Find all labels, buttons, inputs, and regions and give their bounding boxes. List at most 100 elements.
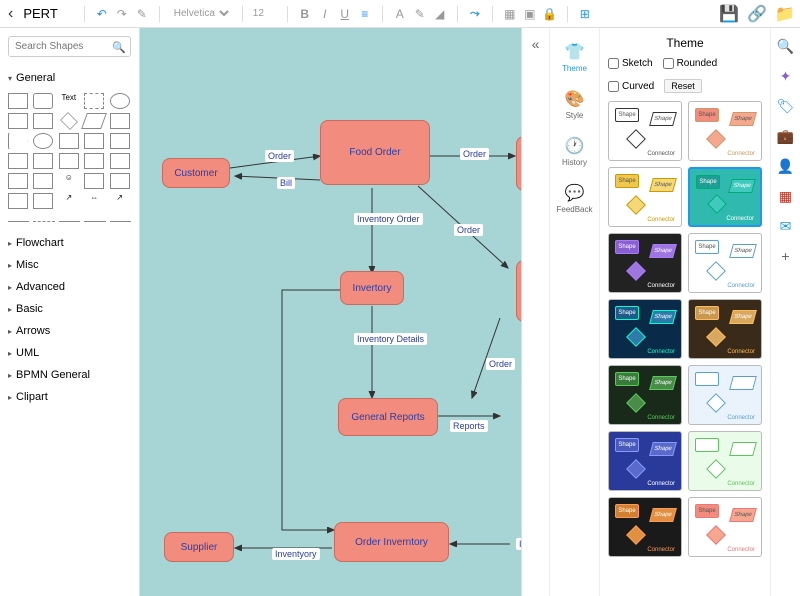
node-supplier[interactable]: Supplier: [164, 532, 234, 562]
sketch-checkbox[interactable]: Sketch: [608, 58, 653, 69]
highlight-icon[interactable]: ✎: [413, 7, 427, 21]
back-icon[interactable]: ‹: [8, 5, 13, 23]
shape-box[interactable]: [84, 93, 104, 109]
shape-actor[interactable]: ☺: [59, 173, 79, 189]
shape-arrow[interactable]: ↗: [59, 193, 79, 209]
shape-text[interactable]: Text: [59, 93, 79, 109]
rounded-checkbox[interactable]: Rounded: [663, 58, 718, 69]
shape-line[interactable]: [84, 221, 105, 222]
underline-icon[interactable]: U: [338, 7, 352, 21]
shape[interactable]: [8, 193, 28, 209]
tab-feedback[interactable]: 💬 FeedBack: [550, 177, 599, 220]
group-icon[interactable]: ▣: [523, 7, 537, 21]
category-uml[interactable]: UML: [8, 342, 131, 364]
shape-rect[interactable]: [8, 93, 28, 109]
grid-icon[interactable]: ⊞: [578, 7, 592, 21]
theme-thumb[interactable]: ShapeShapeConnector: [608, 365, 682, 425]
shape[interactable]: [84, 173, 104, 189]
node-customer[interactable]: Customer: [162, 158, 230, 188]
theme-thumb[interactable]: ShapeShapeConnector: [608, 299, 682, 359]
category-bpmn[interactable]: BPMN General: [8, 364, 131, 386]
category-flowchart[interactable]: Flowchart: [8, 232, 131, 254]
theme-thumb[interactable]: ShapeShapeConnector: [688, 299, 762, 359]
node-inventory[interactable]: Invertory: [340, 271, 404, 305]
theme-thumb[interactable]: ShapeShapeConnector: [608, 167, 682, 227]
shape[interactable]: [8, 113, 28, 129]
shape[interactable]: ↗: [110, 193, 130, 209]
category-advanced[interactable]: Advanced: [8, 276, 131, 298]
shape[interactable]: [33, 133, 53, 149]
theme-thumb[interactable]: ShapeShapeConnector: [608, 101, 682, 161]
bold-icon[interactable]: B: [298, 7, 312, 21]
redo-icon[interactable]: ↷: [115, 7, 129, 21]
italic-icon[interactable]: I: [318, 7, 332, 21]
theme-thumb[interactable]: ShapeShapeConnector: [688, 431, 762, 491]
shape[interactable]: [8, 173, 28, 189]
node-partial1[interactable]: [516, 136, 522, 191]
person-icon[interactable]: 👤: [778, 158, 794, 174]
category-clipart[interactable]: Clipart: [8, 386, 131, 408]
theme-thumb[interactable]: ShapeShapeConnector: [688, 233, 762, 293]
search-icon[interactable]: 🔍: [112, 41, 126, 54]
shape[interactable]: ⇔: [84, 193, 104, 209]
shape[interactable]: [84, 133, 104, 149]
briefcase-icon[interactable]: 💼: [778, 128, 794, 144]
format-paint-icon[interactable]: ✎: [135, 7, 149, 21]
category-basic[interactable]: Basic: [8, 298, 131, 320]
shape-diamond[interactable]: [60, 112, 78, 130]
folder-icon[interactable]: 📁: [778, 7, 792, 21]
shape[interactable]: [110, 153, 130, 169]
shape[interactable]: [33, 173, 53, 189]
shape-line[interactable]: [33, 221, 54, 222]
shape[interactable]: [84, 153, 104, 169]
curved-checkbox[interactable]: Curved: [608, 81, 654, 92]
theme-thumb[interactable]: ShapeShapeConnector: [688, 365, 762, 425]
shape[interactable]: [81, 113, 107, 129]
category-general[interactable]: General: [8, 67, 131, 89]
canvas[interactable]: Customer Food Order Invertory General Re…: [140, 28, 522, 596]
tab-style[interactable]: 🎨 Style: [550, 83, 599, 126]
font-color-icon[interactable]: A: [393, 7, 407, 21]
category-misc[interactable]: Misc: [8, 254, 131, 276]
node-food-order[interactable]: Food Order: [320, 120, 430, 185]
layer-icon[interactable]: ▦: [503, 7, 517, 21]
shape-line[interactable]: [59, 221, 80, 222]
shape[interactable]: [59, 133, 79, 149]
theme-thumb[interactable]: ShapeShapeConnector: [608, 233, 682, 293]
shape[interactable]: [8, 133, 28, 149]
collapse-icon[interactable]: «: [532, 36, 540, 52]
lock-icon[interactable]: 🔒: [543, 7, 557, 21]
theme-thumb[interactable]: ShapeShapeConnector: [608, 497, 682, 557]
theme-thumb[interactable]: ShapeShapeConnector: [688, 497, 762, 557]
connector-icon[interactable]: ⤳: [468, 7, 482, 21]
node-general-reports[interactable]: General Reports: [338, 398, 438, 436]
category-arrows[interactable]: Arrows: [8, 320, 131, 342]
node-partial2[interactable]: [516, 260, 522, 322]
search-icon[interactable]: 🔍: [778, 38, 794, 54]
theme-thumb[interactable]: ShapeShapeConnector: [608, 431, 682, 491]
fill-icon[interactable]: ◢: [433, 7, 447, 21]
shape[interactable]: [33, 153, 53, 169]
shape[interactable]: [59, 153, 79, 169]
reset-button[interactable]: Reset: [664, 79, 702, 93]
font-size-input[interactable]: [253, 8, 277, 19]
office-icon[interactable]: ▦: [778, 188, 794, 204]
tag-icon[interactable]: 🏷: [778, 98, 794, 114]
tab-theme[interactable]: 👕 Theme: [550, 36, 599, 79]
add-icon[interactable]: +: [778, 248, 794, 264]
align-icon[interactable]: ≡: [358, 7, 372, 21]
shape[interactable]: [110, 113, 130, 129]
font-select[interactable]: Helvetica: [170, 7, 232, 20]
shape[interactable]: [110, 133, 130, 149]
theme-thumb[interactable]: ShapeShapeConnector: [688, 167, 762, 227]
shape-ellipse[interactable]: [110, 93, 130, 109]
shape[interactable]: [110, 173, 130, 189]
tab-history[interactable]: 🕐 History: [550, 130, 599, 173]
share-icon[interactable]: 🔗: [750, 7, 764, 21]
shape[interactable]: [33, 113, 53, 129]
shape-line[interactable]: [110, 221, 131, 222]
sparkle-icon[interactable]: ✦: [778, 68, 794, 84]
save-icon[interactable]: 💾: [722, 7, 736, 21]
mail-icon[interactable]: ✉: [778, 218, 794, 234]
shape-line[interactable]: [8, 221, 29, 222]
